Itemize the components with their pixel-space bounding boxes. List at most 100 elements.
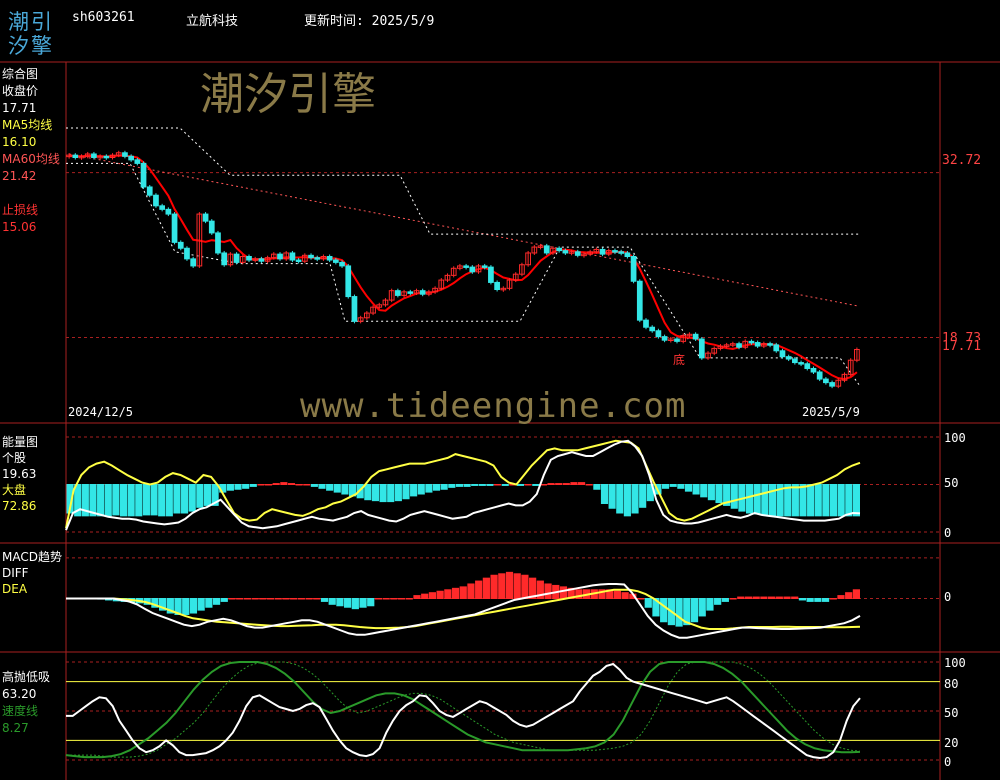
macd-bar (197, 598, 205, 611)
p2-tick-100: 100 (944, 431, 966, 445)
candle (345, 265, 352, 298)
p4-tick-100: 100 (944, 656, 966, 670)
macd-bar (814, 598, 822, 602)
macd-bar (189, 598, 198, 614)
energy-bar (562, 483, 570, 485)
panel1-legend: 综合图 收盘价 17.71 MA5均线 16.10 MA60均线 21.42 止… (2, 67, 60, 237)
energy-bar (784, 484, 792, 517)
macd-bar (744, 596, 753, 599)
candle (72, 154, 79, 158)
macd-bar (228, 598, 236, 600)
candle (463, 265, 469, 268)
candle (488, 266, 494, 283)
energy-bar (852, 484, 860, 517)
legend-stock-name: 个股 (2, 451, 27, 465)
candle (494, 281, 500, 290)
macd-bar (660, 598, 668, 623)
candle (674, 338, 680, 342)
energy-bar (494, 484, 502, 486)
date-end: 2025/5/9 (802, 405, 860, 419)
energy-bar (845, 484, 853, 517)
energy-bar (173, 484, 181, 514)
energy-bar (203, 484, 212, 506)
macd-bar (613, 590, 622, 599)
energy-bar (761, 484, 769, 516)
candle (481, 265, 488, 268)
energy-bar (280, 482, 288, 486)
macd-bar (644, 598, 652, 608)
macd-bar (559, 586, 568, 599)
candle (804, 363, 811, 369)
candle (612, 250, 618, 253)
macd-bar (775, 596, 783, 599)
energy-bar (593, 484, 601, 490)
legend-close-name: 收盘价 (2, 84, 39, 98)
energy-bar (402, 484, 410, 500)
macd-bar (436, 590, 444, 599)
macd-bar (397, 598, 406, 600)
candle (469, 266, 476, 273)
macd-bar (752, 596, 760, 599)
energy-bar (753, 484, 761, 515)
energy-bar (684, 484, 693, 492)
candle (698, 338, 705, 359)
energy-bar (578, 482, 586, 486)
energy-bar (158, 484, 166, 517)
macd-bar (274, 598, 282, 600)
macd-bar (259, 598, 267, 600)
candle (177, 241, 184, 249)
macd-bar (490, 574, 498, 599)
candle (556, 247, 563, 252)
watermark-url: www.tideengine.com (300, 386, 687, 426)
energy-bar (226, 484, 234, 491)
energy-bar (807, 484, 815, 517)
candle (295, 259, 302, 263)
macd-bar (451, 587, 460, 599)
macd-bar (313, 598, 321, 600)
macd-bar (359, 598, 367, 608)
energy-bar (112, 484, 120, 516)
energy-bar (791, 484, 799, 517)
watermark-brand: 潮汐引擎 (200, 69, 376, 120)
date-start: 2024/12/5 (68, 405, 134, 419)
axis-tick-3272: 32.72 (942, 153, 982, 168)
energy-bar (837, 484, 845, 517)
energy-bar (242, 484, 250, 489)
macd-bar (521, 574, 529, 599)
macd-bar (714, 598, 722, 605)
legend-diff-name: DIFF (2, 566, 29, 580)
p2-tick-50: 50 (944, 476, 959, 490)
candle (171, 213, 178, 243)
macd-bar (845, 592, 853, 599)
candle (351, 296, 358, 322)
macd-bar (382, 598, 390, 600)
candle (122, 152, 128, 157)
energy-bar (181, 484, 189, 514)
macd-bar (798, 598, 807, 601)
p3-tick-0: 0 (944, 590, 952, 604)
candle (692, 333, 699, 340)
candle (308, 254, 314, 259)
p4-tick-50: 50 (944, 706, 959, 720)
energy-bar (394, 484, 402, 502)
macd-bar (791, 596, 799, 599)
energy-bar (333, 484, 341, 493)
energy-bar (196, 484, 204, 508)
legend-ma5-name: MA5均线 (2, 118, 53, 132)
energy-bar (440, 484, 448, 490)
energy-bar (692, 484, 700, 495)
macd-bar (675, 598, 683, 627)
energy-bar (822, 484, 830, 517)
macd-bar (444, 589, 452, 599)
macd-bar (367, 598, 375, 607)
panel1-title: 综合图 (2, 67, 39, 81)
macd-bar (459, 586, 467, 599)
energy-bar (287, 483, 296, 485)
macd-bar (783, 596, 791, 599)
candle (153, 194, 159, 207)
candle (543, 245, 550, 254)
energy-bar (516, 484, 525, 486)
energy-bar (471, 484, 479, 486)
energy-bar (730, 484, 738, 509)
energy-bar (371, 484, 380, 502)
